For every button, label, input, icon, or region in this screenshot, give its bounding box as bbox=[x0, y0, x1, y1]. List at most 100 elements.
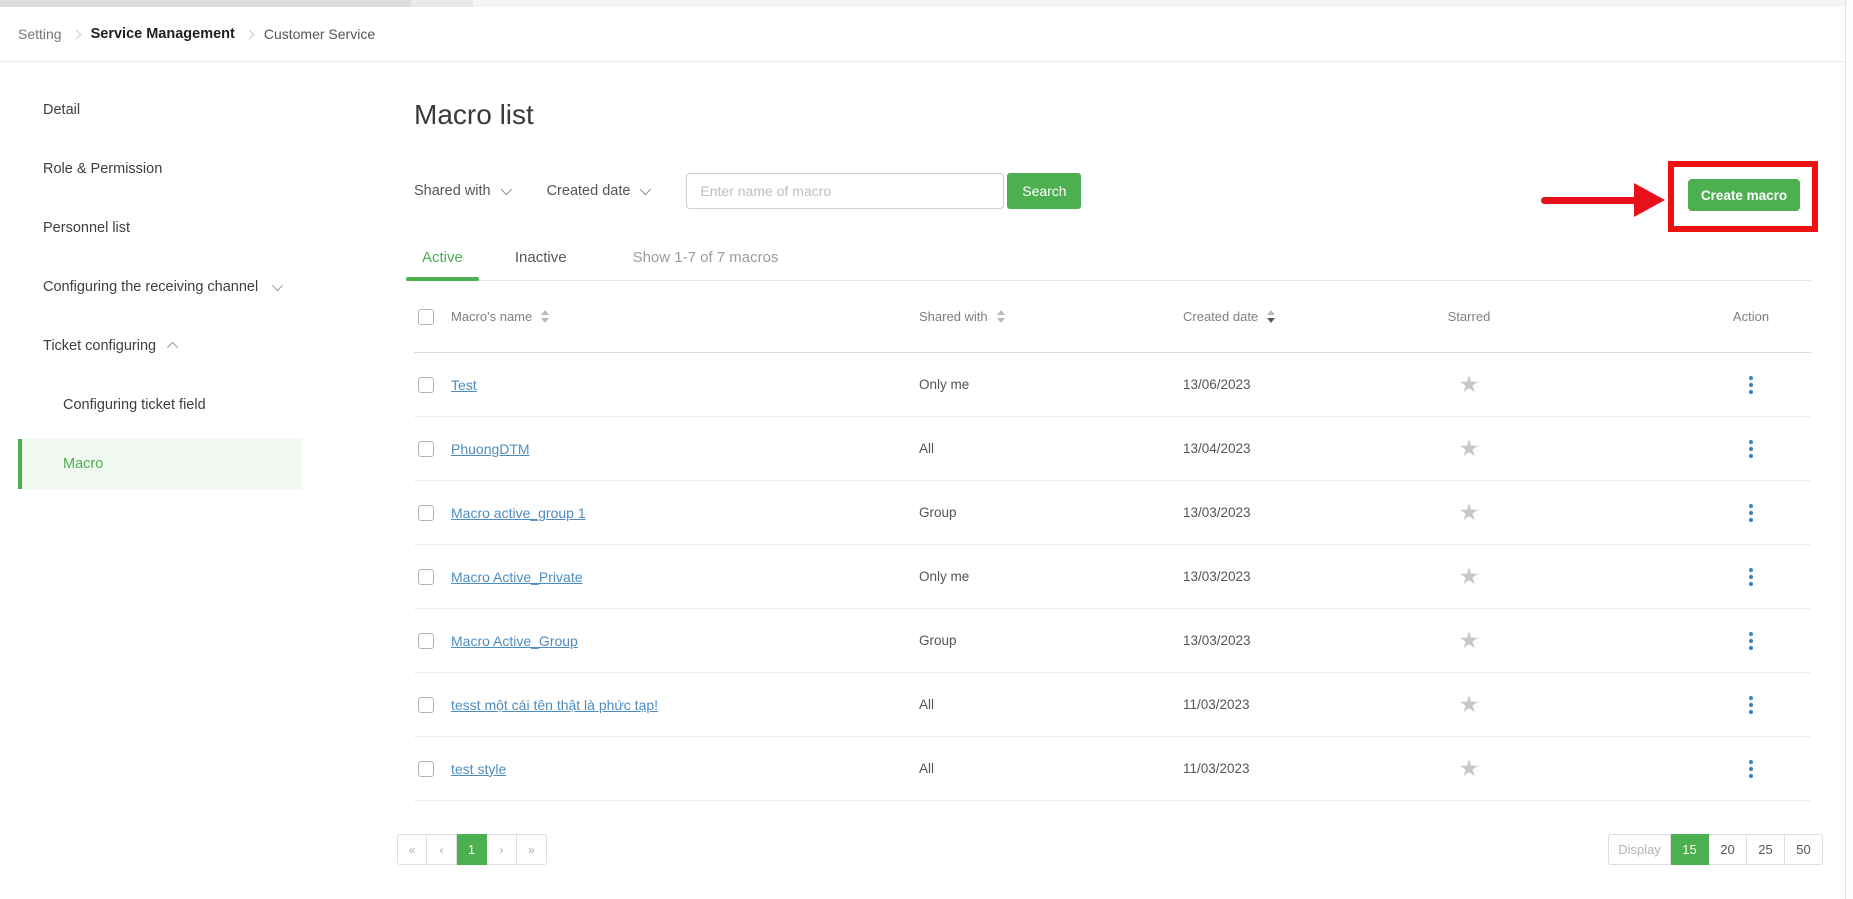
sidebar-item-label: Configuring ticket field bbox=[63, 397, 206, 413]
star-icon[interactable]: ★ bbox=[1459, 693, 1480, 716]
row-checkbox[interactable] bbox=[418, 632, 434, 649]
column-header-created[interactable]: Created date bbox=[1183, 309, 1276, 324]
row-checkbox[interactable] bbox=[418, 376, 434, 393]
sidebar-item-configuring-ticket-field[interactable]: Configuring ticket field bbox=[0, 380, 330, 430]
sidebar-item-macro[interactable]: Macro bbox=[18, 439, 302, 489]
pagination-last-button[interactable]: » bbox=[517, 834, 547, 865]
page-size-label: Display bbox=[1608, 834, 1671, 865]
pagination-prev-button[interactable]: ‹ bbox=[427, 834, 457, 865]
sort-icon[interactable] bbox=[541, 310, 550, 323]
table-row: Macro Active_Private Only me 13/03/2023 … bbox=[414, 545, 1811, 609]
search-button[interactable]: Search bbox=[1007, 173, 1082, 209]
page-size-option-50[interactable]: 50 bbox=[1785, 834, 1823, 865]
select-all-checkbox[interactable] bbox=[418, 308, 434, 325]
shared-with-value: All bbox=[919, 697, 935, 712]
chevron-up-icon bbox=[167, 341, 179, 354]
row-checkbox[interactable] bbox=[418, 696, 434, 713]
page-size-option-20[interactable]: 20 bbox=[1709, 834, 1747, 865]
column-header-name[interactable]: Macro's name bbox=[451, 309, 550, 324]
status-tabs: Active Inactive Show 1-7 of 7 macros bbox=[406, 249, 1811, 281]
macro-name-link[interactable]: PhuongDTM bbox=[451, 441, 530, 457]
shared-with-value: Group bbox=[919, 505, 957, 520]
shared-with-value: All bbox=[919, 441, 935, 456]
pagination-page-1-button[interactable]: 1 bbox=[457, 834, 487, 865]
sidebar-item-personnel-list[interactable]: Personnel list bbox=[0, 203, 330, 253]
macro-name-link[interactable]: Macro active_group 1 bbox=[451, 505, 586, 521]
star-icon[interactable]: ★ bbox=[1459, 565, 1480, 588]
table-footer: « ‹ 1 › » Display 15 20 25 50 bbox=[397, 834, 1823, 865]
macro-name-link[interactable]: test style bbox=[451, 761, 506, 777]
sidebar-item-label: Macro bbox=[63, 456, 104, 472]
created-date-value: 13/04/2023 bbox=[1183, 441, 1251, 456]
page-size-selector: Display 15 20 25 50 bbox=[1608, 834, 1823, 865]
created-date-filter-dropdown[interactable]: Created date bbox=[547, 183, 652, 199]
chevron-right-icon bbox=[244, 29, 255, 39]
sidebar-item-receiving-channel[interactable]: Configuring the receiving channel bbox=[0, 262, 330, 312]
sidebar-item-ticket-configuring[interactable]: Ticket configuring bbox=[0, 321, 330, 371]
pagination-first-button[interactable]: « bbox=[397, 834, 427, 865]
column-label: Created date bbox=[1183, 309, 1259, 324]
macro-name-link[interactable]: Test bbox=[451, 377, 477, 393]
macro-search-input[interactable] bbox=[686, 173, 1005, 209]
sidebar-item-role-permission[interactable]: Role & Permission bbox=[0, 144, 330, 194]
table-row: Macro active_group 1 Group 13/03/2023 ★ bbox=[414, 481, 1811, 545]
row-checkbox[interactable] bbox=[418, 568, 434, 585]
page-scrollbar[interactable] bbox=[1845, 0, 1853, 899]
table-row: Macro Active_Group Group 13/03/2023 ★ bbox=[414, 609, 1811, 673]
breadcrumb-customer-service[interactable]: Customer Service bbox=[264, 26, 375, 42]
sidebar-item-detail[interactable]: Detail bbox=[0, 85, 330, 135]
star-icon[interactable]: ★ bbox=[1459, 501, 1480, 524]
row-checkbox[interactable] bbox=[418, 504, 434, 521]
created-date-value: 11/03/2023 bbox=[1183, 697, 1250, 712]
shared-with-value: Only me bbox=[919, 377, 970, 392]
filters-row: Shared with Created date Search bbox=[414, 173, 1811, 209]
table-row: test style All 11/03/2023 ★ bbox=[414, 737, 1811, 801]
column-header-shared[interactable]: Shared with bbox=[919, 309, 1005, 324]
tab-active[interactable]: Active bbox=[406, 249, 479, 281]
shared-with-filter-dropdown[interactable]: Shared with bbox=[414, 183, 512, 199]
star-icon[interactable]: ★ bbox=[1459, 757, 1480, 780]
macro-name-link[interactable]: Macro Active_Group bbox=[451, 633, 578, 649]
chevron-down-icon bbox=[500, 183, 512, 196]
chevron-down-icon bbox=[271, 279, 284, 292]
row-checkbox[interactable] bbox=[418, 440, 434, 457]
created-date-value: 13/03/2023 bbox=[1183, 633, 1251, 648]
sidebar-item-label: Role & Permission bbox=[43, 161, 163, 177]
star-icon[interactable]: ★ bbox=[1459, 437, 1480, 460]
sidebar-item-label: Detail bbox=[43, 102, 81, 118]
kebab-menu-icon[interactable] bbox=[1745, 372, 1757, 398]
sort-icon[interactable] bbox=[996, 310, 1005, 323]
column-header-starred: Starred bbox=[1447, 309, 1491, 324]
created-date-value: 13/03/2023 bbox=[1183, 505, 1251, 520]
page-size-option-25[interactable]: 25 bbox=[1747, 834, 1785, 865]
tab-inactive[interactable]: Inactive bbox=[499, 249, 583, 280]
chevron-right-icon bbox=[71, 29, 82, 39]
macro-name-link[interactable]: Macro Active_Private bbox=[451, 569, 583, 585]
chevron-down-icon bbox=[640, 183, 652, 196]
star-icon[interactable]: ★ bbox=[1459, 629, 1480, 652]
page-size-option-15[interactable]: 15 bbox=[1671, 834, 1709, 865]
table-body: Test Only me 13/06/2023 ★ PhuongDTM All … bbox=[414, 353, 1811, 801]
sidebar-item-label: Ticket configuring bbox=[43, 338, 157, 354]
kebab-menu-icon[interactable] bbox=[1745, 436, 1757, 462]
create-macro-button[interactable]: Create macro bbox=[1688, 179, 1800, 211]
macro-name-link[interactable]: tesst một cái tên thật là phức tạp! bbox=[451, 697, 658, 713]
created-date-value: 11/03/2023 bbox=[1183, 761, 1250, 776]
pagination-next-button[interactable]: › bbox=[487, 834, 517, 865]
star-icon[interactable]: ★ bbox=[1459, 373, 1480, 396]
breadcrumb-service-management[interactable]: Service Management bbox=[91, 26, 235, 42]
kebab-menu-icon[interactable] bbox=[1745, 500, 1757, 526]
sort-icon-desc[interactable] bbox=[1267, 310, 1276, 323]
kebab-menu-icon[interactable] bbox=[1745, 628, 1757, 654]
kebab-menu-icon[interactable] bbox=[1745, 564, 1757, 590]
shared-with-value: Group bbox=[919, 633, 957, 648]
browser-top-strip bbox=[0, 0, 1853, 7]
table-header-row: Macro's name Shared with Created date St… bbox=[414, 281, 1811, 353]
table-row: Test Only me 13/06/2023 ★ bbox=[414, 353, 1811, 417]
kebab-menu-icon[interactable] bbox=[1745, 692, 1757, 718]
sidebar-item-label: Personnel list bbox=[43, 220, 131, 236]
column-label: Shared with bbox=[919, 309, 988, 324]
row-checkbox[interactable] bbox=[418, 760, 434, 777]
kebab-menu-icon[interactable] bbox=[1745, 756, 1757, 782]
breadcrumb-setting[interactable]: Setting bbox=[18, 26, 62, 42]
